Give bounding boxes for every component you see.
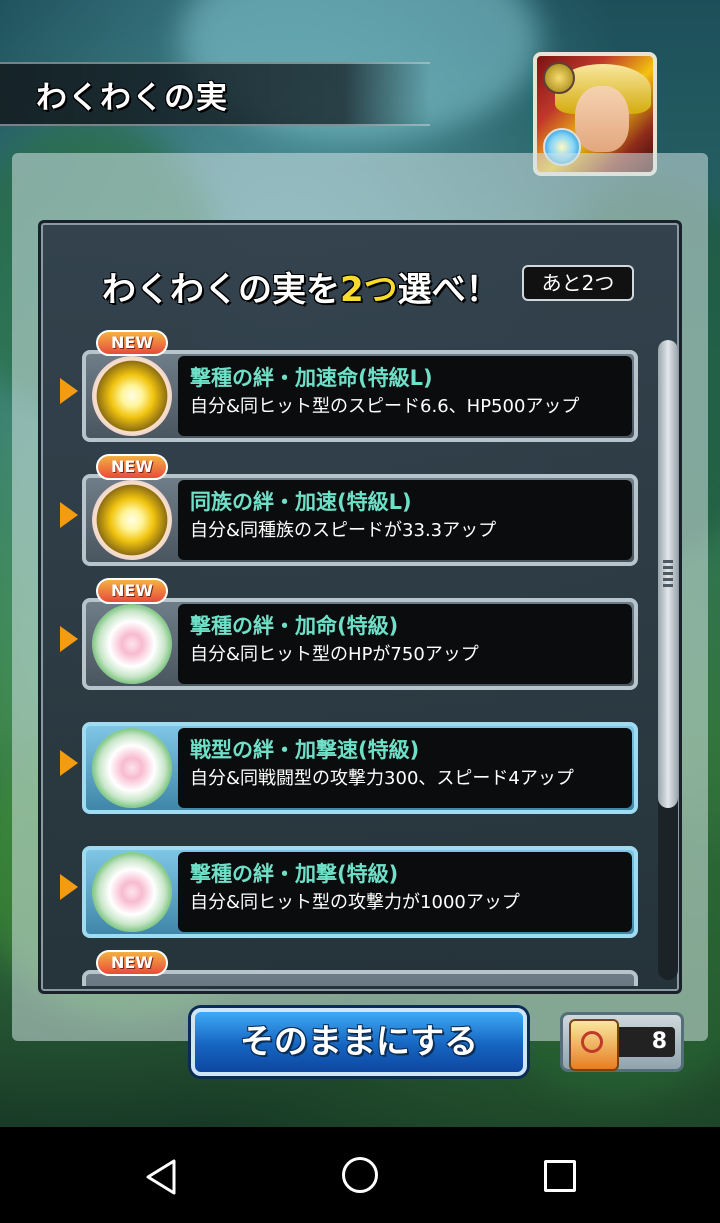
heading-count: 2つ	[340, 270, 398, 310]
fruit-desc: 自分&同戦闘型の攻撃力300、スピード4アップ	[190, 768, 574, 789]
fruit-text-box: 撃種の絆・加命(特級) 自分&同ヒット型のHPが750アップ	[178, 604, 632, 684]
fruit-name: 撃種の絆・加撃(特級)	[190, 862, 399, 886]
back-icon[interactable]	[142, 1157, 182, 1197]
fruit-name: 撃種の絆・加速命(特級L)	[190, 366, 433, 390]
select-arrow-icon	[60, 502, 78, 528]
white-fruit-icon	[92, 728, 172, 808]
home-icon[interactable]	[342, 1157, 378, 1193]
fruit-desc: 自分&同ヒット型のスピード6.6、HP500アップ	[190, 396, 580, 417]
keep-as-is-button[interactable]: そのままにする	[191, 1008, 527, 1076]
fruit-text-box: 戦型の絆・加撃速(特級) 自分&同戦闘型の攻撃力300、スピード4アップ	[178, 728, 632, 808]
heading-prefix: わくわくの実を	[102, 270, 340, 310]
fruit-item-3[interactable]: 撃種の絆・加命(特級) 自分&同ヒット型のHPが750アップ NEW	[56, 578, 656, 690]
fruit-name: 戦型の絆・加撃速(特級)	[190, 738, 420, 762]
fruit-item-6[interactable]: NEW	[56, 950, 656, 986]
fruit-desc: 自分&同ヒット型の攻撃力が1000アップ	[190, 892, 520, 913]
fruit-item-4[interactable]: 戦型の絆・加撃速(特級) 自分&同戦闘型の攻撃力300、スピード4アップ	[56, 702, 656, 814]
new-badge: NEW	[96, 454, 168, 480]
fruit-list: 撃種の絆・加速命(特級L) 自分&同ヒット型のスピード6.6、HP500アップ …	[56, 330, 656, 986]
fruit-name: 同族の絆・加速(特級L)	[190, 490, 412, 514]
fruit-text-box: 撃種の絆・加撃(特級) 自分&同ヒット型の攻撃力が1000アップ	[178, 852, 632, 932]
select-arrow-icon	[60, 750, 78, 776]
new-badge: NEW	[96, 950, 168, 976]
new-badge: NEW	[96, 578, 168, 604]
scroll-item-counter[interactable]: 8	[560, 1012, 684, 1072]
scroll-count: 8	[651, 1029, 667, 1054]
heading-suffix: 選べ！	[397, 270, 500, 310]
fruit-text-box: 同族の絆・加速(特級L) 自分&同種族のスピードが33.3アップ	[178, 480, 632, 560]
fruit-desc: 自分&同ヒット型のHPが750アップ	[190, 644, 479, 665]
white-fruit-icon	[92, 852, 172, 932]
select-arrow-icon	[60, 626, 78, 652]
remaining-count-badge: あと2つ	[522, 265, 634, 301]
title-bar: わくわくの実	[0, 62, 430, 126]
new-badge: NEW	[96, 330, 168, 356]
select-arrow-icon	[60, 378, 78, 404]
white-fruit-icon	[92, 604, 172, 684]
gold-fruit-icon	[92, 356, 172, 436]
recent-apps-icon[interactable]	[544, 1160, 576, 1192]
panel-heading: わくわくの実を2つ選べ！	[102, 262, 500, 311]
fruit-item-1[interactable]: 撃種の絆・加速命(特級L) 自分&同ヒット型のスピード6.6、HP500アップ …	[56, 330, 656, 442]
page-title: わくわくの実	[36, 80, 228, 116]
fruit-text-box: 撃種の絆・加速命(特級L) 自分&同ヒット型のスピード6.6、HP500アップ	[178, 356, 632, 436]
fruit-card	[82, 970, 638, 986]
fruit-desc: 自分&同種族のスピードが33.3アップ	[190, 520, 497, 541]
fruit-item-5[interactable]: 撃種の絆・加撃(特級) 自分&同ヒット型の攻撃力が1000アップ	[56, 826, 656, 938]
select-arrow-icon	[60, 874, 78, 900]
character-face	[575, 86, 629, 152]
fruit-item-2[interactable]: 同族の絆・加速(特級L) 自分&同種族のスピードが33.3アップ NEW	[56, 454, 656, 566]
fruit-name: 撃種の絆・加命(特級)	[190, 614, 399, 638]
gold-fruit-icon	[92, 480, 172, 560]
rank-medal-icon	[543, 62, 575, 94]
scrollbar-grip-icon	[663, 560, 673, 588]
scroll-icon	[569, 1019, 619, 1071]
